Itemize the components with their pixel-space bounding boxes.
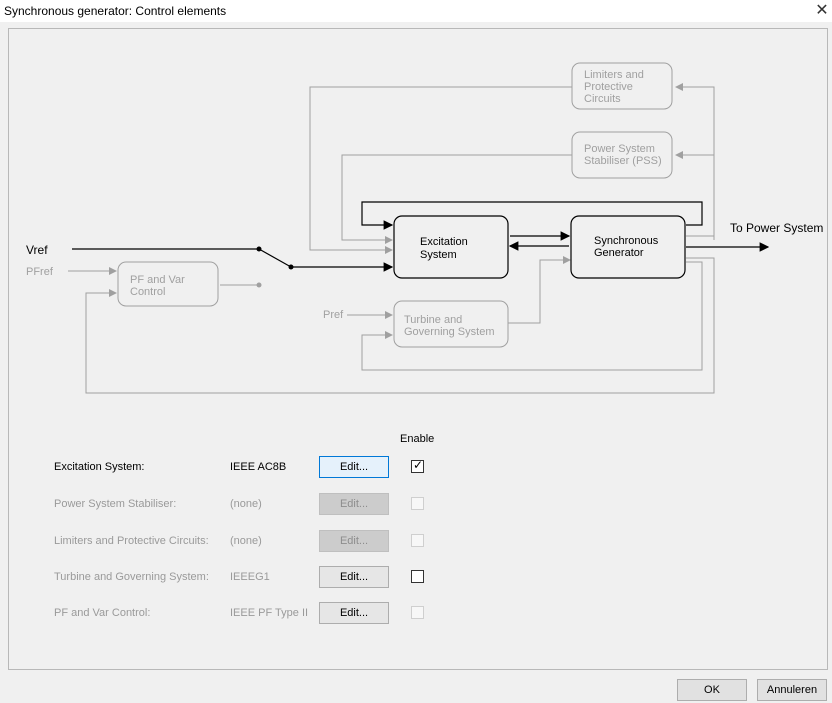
pss-label-1: Power System: [584, 143, 655, 155]
limiters-edit-button: Edit...: [319, 530, 389, 552]
limiters-label-2: Protective: [584, 81, 633, 93]
turbine-output-line: [508, 256, 571, 324]
turbine-edit-button[interactable]: Edit...: [319, 566, 389, 588]
pss-label-2: Stabiliser (PSS): [584, 155, 662, 167]
turbine-row-value: IEEEG1: [230, 571, 270, 583]
pss-enable-checkbox: [411, 497, 424, 510]
pss-row-value: (none): [230, 498, 262, 510]
limiters-enable-checkbox: [411, 534, 424, 547]
pref-label: Pref: [323, 309, 344, 321]
vref-label: Vref: [26, 243, 48, 257]
excitation-label-2: System: [420, 249, 457, 261]
block-diagram: Limiters and Protective Circuits Power S…: [26, 62, 823, 394]
turbine-enable-checkbox[interactable]: [411, 570, 424, 583]
pf-var-label-2: Control: [130, 286, 165, 298]
ok-button[interactable]: OK: [677, 679, 747, 701]
turbine-label-2: Governing System: [404, 326, 494, 338]
pss-row-label: Power System Stabiliser:: [54, 498, 177, 510]
generator-label-2: Generator: [594, 247, 644, 259]
excitation-row-label: Excitation System:: [54, 461, 145, 473]
pf-switch-node: [256, 282, 262, 288]
limiters-row-label: Limiters and Protective Circuits:: [54, 535, 209, 547]
excitation-edit-button[interactable]: Edit...: [319, 456, 389, 478]
cancel-button[interactable]: Annuleren: [757, 679, 827, 701]
generator-label-1: Synchronous: [594, 235, 659, 247]
excitation-row-value: IEEE AC8B: [230, 461, 287, 473]
turbine-label-1: Turbine and: [404, 314, 462, 326]
pss-edit-button: Edit...: [319, 493, 389, 515]
turbine-row-label: Turbine and Governing System:: [54, 571, 209, 583]
limiters-row-value: (none): [230, 535, 262, 547]
limiters-label-3: Circuits: [584, 93, 621, 105]
excitation-enable-checkbox[interactable]: ✓: [411, 458, 424, 473]
limiters-label-1: Limiters and: [584, 69, 644, 81]
to-power-system-label: To Power System: [730, 221, 823, 235]
check-mark-icon: ✓: [413, 458, 424, 472]
pf-var-edit-button[interactable]: Edit...: [319, 602, 389, 624]
pf-var-label-1: PF and Var: [130, 274, 185, 286]
pf-var-row-value: IEEE PF Type II: [230, 607, 309, 619]
switch-blade: [258, 248, 292, 268]
switch-output-node: [288, 264, 294, 270]
vref-switch-node: [256, 246, 262, 252]
excitation-label-1: Excitation: [420, 236, 468, 248]
pfref-label: PFref: [26, 266, 54, 278]
enable-header: Enable: [400, 433, 435, 445]
pf-var-enable-checkbox: [411, 606, 424, 619]
pf-var-row-label: PF and Var Control:: [54, 607, 151, 619]
